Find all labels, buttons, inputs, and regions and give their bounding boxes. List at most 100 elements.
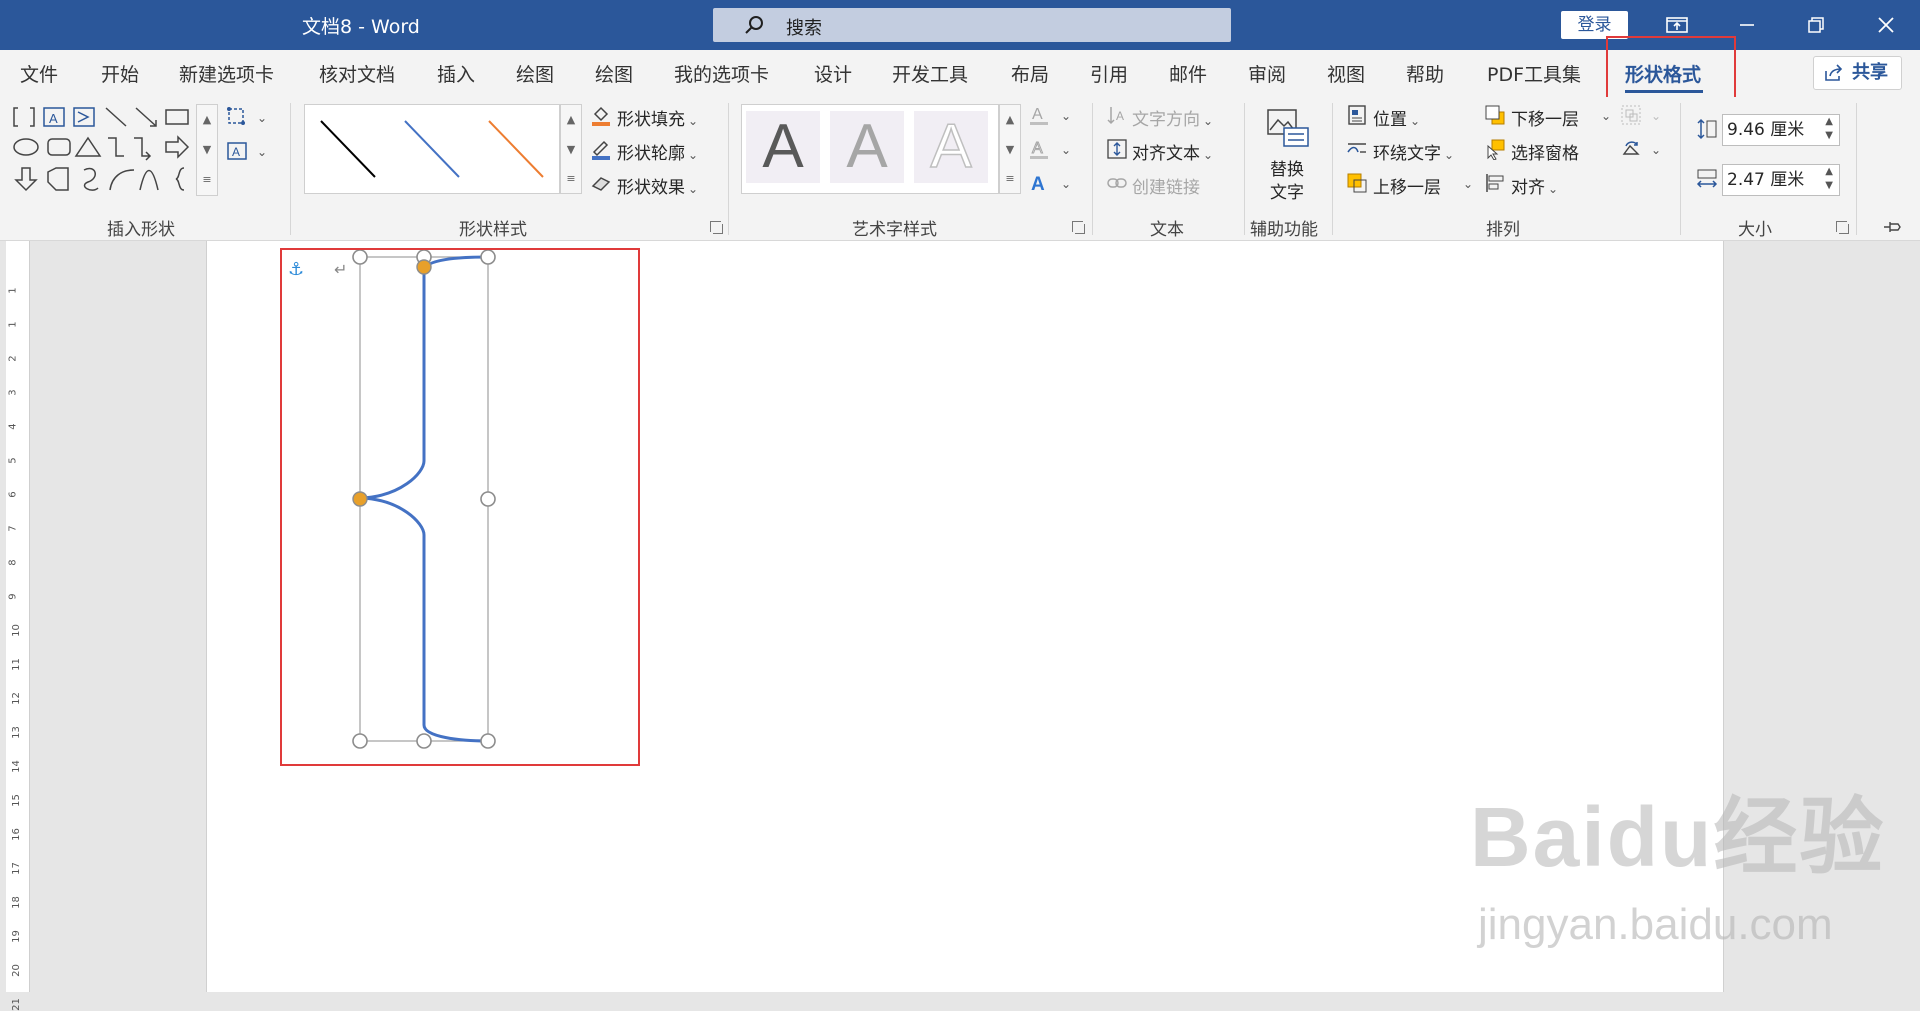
vertical-ruler: 1 1 2 3 4 5 6 7 8 9 10 11 12 13 14 15 16 17 18 19 20 21	[6, 241, 30, 1011]
tab-review[interactable]: 审阅	[1248, 60, 1286, 87]
align-icon[interactable]	[1484, 172, 1506, 194]
text-direction-icon[interactable]: A	[1106, 104, 1128, 126]
ruler-number: 8	[7, 559, 19, 566]
tab-pdf-tools[interactable]: PDF工具集	[1487, 60, 1581, 87]
shapes-gallery-icons: A	[13, 107, 190, 192]
create-link-button[interactable]: 创建链接	[1132, 173, 1200, 198]
svg-text:A: A	[1032, 106, 1043, 123]
tab-developer[interactable]: 开发工具	[892, 60, 968, 87]
restore-icon[interactable]	[1796, 8, 1836, 42]
height-down-icon[interactable]: ▼	[1825, 129, 1833, 143]
shapes-gallery-scroll[interactable]: ▲ ▼ ≡	[196, 104, 218, 196]
search-box[interactable]: 搜索	[713, 8, 1231, 42]
alt-text-label-2[interactable]: 文字	[1270, 178, 1304, 203]
shape-outline-icon[interactable]	[590, 138, 612, 160]
width-down-icon[interactable]: ▼	[1825, 179, 1833, 193]
tab-draw-2[interactable]: 绘图	[595, 60, 633, 87]
shape-width-input[interactable]: 2.47 厘米 ▲ ▼	[1722, 164, 1840, 196]
text-effects-dropdown-icon[interactable]: ⌄	[1061, 177, 1071, 191]
shape-height-icon	[1697, 118, 1717, 140]
group-objects-dropdown-icon[interactable]: ⌄	[1651, 109, 1661, 123]
tab-design[interactable]: 设计	[814, 60, 852, 87]
tab-view[interactable]: 视图	[1327, 60, 1365, 87]
group-separator	[1244, 103, 1245, 235]
height-up-icon[interactable]: ▲	[1825, 115, 1833, 129]
group-objects-icon[interactable]	[1620, 104, 1642, 126]
size-launcher-icon[interactable]	[1836, 221, 1849, 234]
align-text-icon[interactable]	[1106, 138, 1128, 160]
wordart-style-1[interactable]: A	[746, 111, 820, 183]
login-button[interactable]: 登录	[1561, 11, 1628, 39]
wordart-gallery-scroll[interactable]: ▲ ▼ ≡	[999, 104, 1021, 194]
position-button[interactable]: 位置 ⌄	[1373, 105, 1420, 130]
send-backward-dropdown-icon[interactable]: ⌄	[1601, 109, 1611, 123]
edit-shape-dropdown-icon[interactable]: ⌄	[257, 111, 267, 125]
wrap-text-icon[interactable]	[1346, 138, 1368, 160]
bring-forward-button[interactable]: 上移一层	[1373, 173, 1441, 198]
svg-text:A: A	[1116, 109, 1124, 123]
send-backward-icon[interactable]	[1484, 104, 1506, 126]
tab-layout[interactable]: 布局	[1011, 60, 1049, 87]
rotate-icon[interactable]	[1620, 138, 1642, 160]
selection-pane-icon[interactable]	[1484, 138, 1506, 160]
tab-check-document[interactable]: 核对文档	[319, 60, 395, 87]
shape-styles-launcher-icon[interactable]	[710, 221, 723, 234]
tab-mailings[interactable]: 邮件	[1169, 60, 1207, 87]
group-label-shape-styles: 形状样式	[459, 220, 527, 240]
tab-draw-1[interactable]: 绘图	[516, 60, 554, 87]
text-effects-icon[interactable]: A	[1028, 172, 1050, 194]
text-outline-dropdown-icon[interactable]: ⌄	[1061, 143, 1071, 157]
create-link-icon[interactable]	[1106, 172, 1128, 194]
selection-pane-button[interactable]: 选择窗格	[1511, 139, 1579, 164]
ruler-number: 12	[10, 692, 22, 705]
ruler-number: 19	[10, 930, 22, 943]
pin-ribbon-icon[interactable]	[1882, 216, 1904, 238]
shape-styles-gallery[interactable]	[304, 104, 560, 194]
shape-effects-icon[interactable]	[590, 172, 612, 194]
search-icon	[745, 16, 763, 34]
wordart-styles-launcher-icon[interactable]	[1072, 221, 1085, 234]
text-box-icon[interactable]: A	[226, 140, 248, 162]
edit-shape-icon[interactable]	[226, 106, 248, 128]
wordart-style-2[interactable]: A	[830, 111, 904, 183]
shape-outline-button[interactable]: 形状轮廓 ⌄	[617, 139, 698, 164]
shape-fill-icon[interactable]	[590, 104, 612, 126]
text-outline-icon[interactable]: A	[1028, 138, 1050, 160]
wordart-style-3[interactable]: A	[914, 111, 988, 183]
text-box-dropdown-icon[interactable]: ⌄	[257, 145, 267, 159]
tab-references[interactable]: 引用	[1090, 60, 1128, 87]
text-direction-button[interactable]: 文字方向 ⌄	[1132, 105, 1213, 130]
alt-text-icon[interactable]	[1266, 108, 1312, 150]
group-label-accessibility: 辅助功能	[1250, 220, 1318, 240]
text-fill-dropdown-icon[interactable]: ⌄	[1061, 109, 1071, 123]
tab-insert[interactable]: 插入	[437, 60, 475, 87]
send-backward-button[interactable]: 下移一层	[1511, 105, 1579, 130]
rotate-dropdown-icon[interactable]: ⌄	[1651, 143, 1661, 157]
tab-help[interactable]: 帮助	[1406, 60, 1444, 87]
shape-fill-button[interactable]: 形状填充 ⌄	[617, 105, 698, 130]
ruler-number: 13	[10, 726, 22, 739]
shapes-gallery[interactable]: A	[12, 104, 218, 196]
highlight-box-shape	[280, 248, 640, 766]
align-button[interactable]: 对齐 ⌄	[1511, 173, 1558, 198]
align-text-button[interactable]: 对齐文本 ⌄	[1132, 139, 1213, 164]
shape-height-input[interactable]: 9.46 厘米 ▲ ▼	[1722, 114, 1840, 146]
shape-styles-scroll[interactable]: ▲ ▼ ≡	[560, 104, 582, 194]
bring-forward-dropdown-icon[interactable]: ⌄	[1463, 177, 1473, 191]
width-up-icon[interactable]: ▲	[1825, 165, 1833, 179]
text-fill-icon[interactable]: A	[1028, 104, 1050, 126]
tab-my-tab[interactable]: 我的选项卡	[674, 60, 769, 87]
ruler-number: 2	[7, 355, 19, 362]
alt-text-label-1[interactable]: 替换	[1270, 155, 1304, 180]
close-icon[interactable]	[1866, 8, 1906, 42]
ruler-number: 1	[7, 287, 19, 294]
wrap-text-button[interactable]: 环绕文字 ⌄	[1373, 139, 1454, 164]
shape-effects-button[interactable]: 形状效果 ⌄	[617, 173, 698, 198]
tab-file[interactable]: 文件	[20, 60, 58, 87]
group-separator	[1332, 103, 1333, 235]
tab-home[interactable]: 开始	[101, 60, 139, 87]
bring-forward-icon[interactable]	[1346, 172, 1368, 194]
tab-new-tab[interactable]: 新建选项卡	[179, 60, 274, 87]
position-icon[interactable]	[1346, 104, 1368, 126]
group-separator	[1092, 103, 1093, 235]
